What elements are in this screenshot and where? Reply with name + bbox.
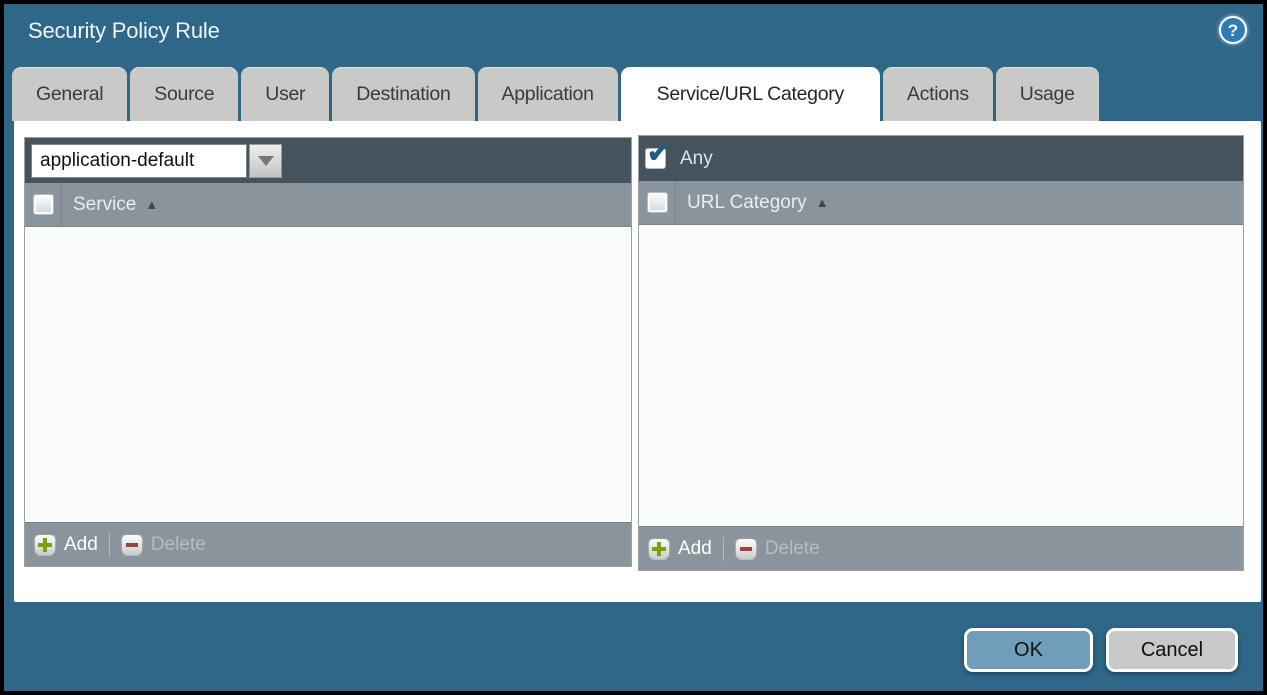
dropdown-caret-button[interactable]: [249, 144, 282, 178]
tab-bar: General Source User Destination Applicat…: [12, 67, 1099, 121]
cancel-button[interactable]: Cancel: [1106, 628, 1238, 672]
url-category-grid-header: URL Category ▲: [639, 181, 1243, 225]
tab-general[interactable]: General: [12, 67, 127, 121]
service-type-input[interactable]: [31, 144, 247, 178]
url-category-column-header[interactable]: URL Category ▲: [676, 192, 829, 214]
tab-usage[interactable]: Usage: [996, 67, 1099, 121]
add-button-label: Add: [678, 538, 712, 560]
dialog-action-buttons: OK Cancel: [964, 628, 1238, 672]
url-category-list[interactable]: [639, 225, 1243, 526]
checkmark-icon: ✔: [647, 139, 670, 169]
url-category-delete-button[interactable]: Delete: [735, 538, 820, 560]
service-column-header[interactable]: Service ▲: [62, 194, 158, 216]
add-plus-icon: [34, 534, 56, 556]
url-category-select-all-checkbox[interactable]: [647, 192, 668, 213]
footer-divider: [109, 533, 110, 557]
any-checkbox[interactable]: ✔: [645, 148, 666, 169]
sort-ascending-icon: ▲: [816, 195, 829, 210]
footer-divider: [723, 537, 724, 561]
delete-button-label: Delete: [765, 538, 820, 560]
service-delete-button[interactable]: Delete: [121, 534, 206, 556]
chevron-down-icon: [258, 156, 274, 166]
security-policy-rule-dialog: Security Policy Rule ? General Source Us…: [0, 0, 1267, 695]
tab-destination[interactable]: Destination: [332, 67, 474, 121]
url-category-column-label: URL Category: [687, 192, 807, 214]
service-panel: Service ▲ Add Delete: [24, 137, 632, 567]
service-toolbar: [25, 138, 631, 183]
service-list[interactable]: [25, 227, 631, 522]
any-checkbox-label[interactable]: Any: [680, 148, 713, 170]
delete-button-label: Delete: [151, 534, 206, 556]
add-button-label: Add: [64, 534, 98, 556]
delete-minus-icon: [735, 538, 757, 560]
service-grid-footer: Add Delete: [25, 522, 631, 566]
sort-ascending-icon: ▲: [145, 197, 158, 212]
url-category-grid-footer: Add Delete: [639, 526, 1243, 570]
service-type-dropdown[interactable]: [31, 144, 282, 178]
service-grid-header: Service ▲: [25, 183, 631, 227]
tab-user[interactable]: User: [241, 67, 329, 121]
dialog-title: Security Policy Rule: [28, 18, 220, 44]
tab-application[interactable]: Application: [478, 67, 618, 121]
service-column-label: Service: [73, 194, 136, 216]
url-category-panel: ✔ Any URL Category ▲ Add: [638, 135, 1244, 571]
tab-source[interactable]: Source: [130, 67, 238, 121]
tab-actions[interactable]: Actions: [883, 67, 993, 121]
url-category-select-all-cell: [639, 181, 676, 224]
question-mark-glyph: ?: [1228, 22, 1238, 39]
delete-minus-icon: [121, 534, 143, 556]
service-add-button[interactable]: Add: [34, 534, 98, 556]
service-select-all-cell: [25, 183, 62, 226]
url-category-add-button[interactable]: Add: [648, 538, 712, 560]
ok-button[interactable]: OK: [964, 628, 1093, 672]
service-select-all-checkbox[interactable]: [33, 194, 54, 215]
add-plus-icon: [648, 538, 670, 560]
tab-content: Service ▲ Add Delete ✔: [14, 121, 1261, 602]
tab-service-url-category[interactable]: Service/URL Category: [621, 67, 880, 121]
url-category-toolbar: ✔ Any: [639, 136, 1243, 181]
help-icon[interactable]: ?: [1219, 16, 1247, 44]
